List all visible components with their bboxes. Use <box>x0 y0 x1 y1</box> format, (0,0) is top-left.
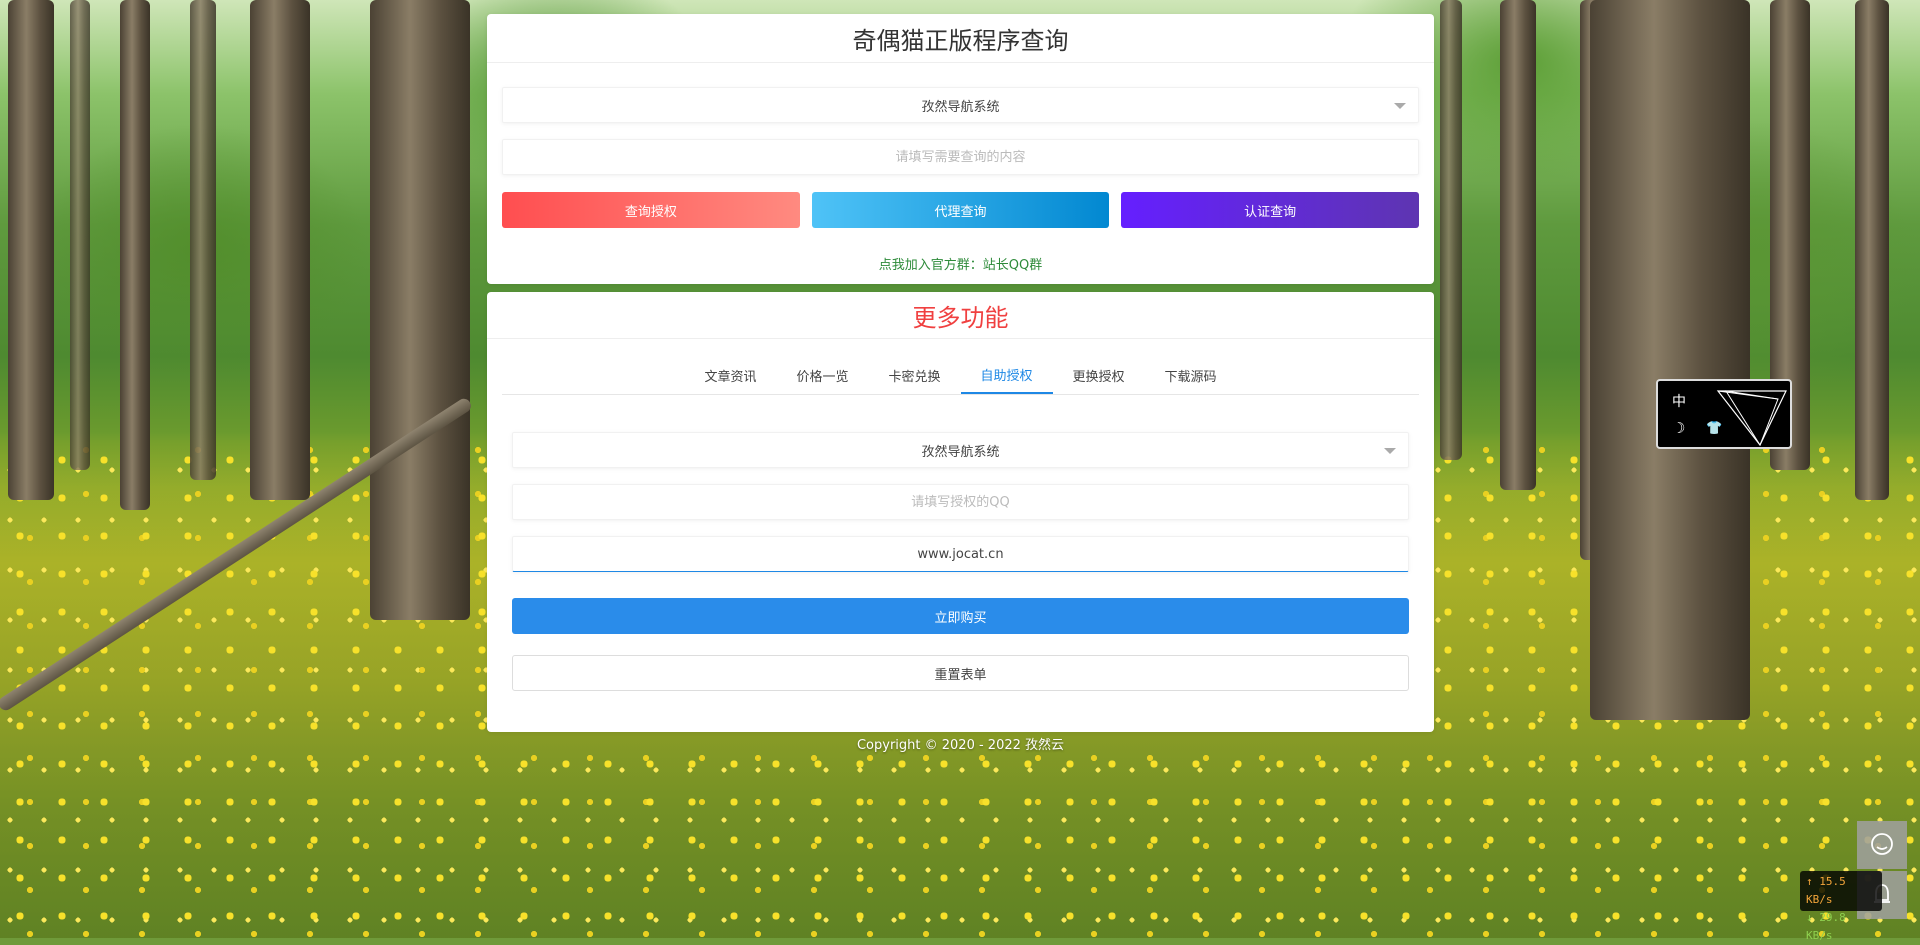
tree-trunk <box>1590 0 1750 720</box>
moon-icon[interactable]: ☽ <box>1672 419 1685 437</box>
domain-input-wrapper <box>512 536 1409 572</box>
query-button-row: 查询授权 代理查询 认证查询 <box>502 192 1420 228</box>
triangle-logo-icon <box>1716 390 1787 447</box>
reset-form-button[interactable]: 重置表单 <box>512 655 1409 691</box>
program-select[interactable]: 孜然导航系统 <box>502 87 1419 123</box>
auth-program-select[interactable]: 孜然导航系统 <box>512 432 1409 468</box>
tree-trunk <box>250 0 310 500</box>
cert-query-button[interactable]: 认证查询 <box>1121 192 1420 228</box>
tab-articles[interactable]: 文章资讯 <box>684 356 776 394</box>
tab-change-auth[interactable]: 更换授权 <box>1053 356 1145 394</box>
more-functions-card: 更多功能 文章资讯 价格一览 卡密兑换 自助授权 更换授权 下载源码 孜然导航系… <box>487 292 1434 732</box>
function-tabs: 文章资讯 价格一览 卡密兑换 自助授权 更换授权 下载源码 <box>502 356 1419 395</box>
settings-widget: 中 ☽ 👕 <box>1656 379 1792 449</box>
tab-download-source[interactable]: 下载源码 <box>1145 356 1237 394</box>
chevron-down-icon <box>1384 448 1396 454</box>
page-title: 奇偶猫正版程序查询 <box>487 14 1434 63</box>
network-speed-indicator: ↑ 15.5 KB/s ↓ 29.8 KB/s <box>1800 871 1882 942</box>
tree-trunk <box>190 0 216 480</box>
tree-trunk <box>70 0 90 470</box>
chevron-down-icon <box>1394 103 1406 109</box>
tab-card-redeem[interactable]: 卡密兑换 <box>868 356 960 394</box>
qq-input-wrapper <box>512 484 1409 520</box>
download-speed: ↓ 29.8 KB/s <box>1806 911 1846 942</box>
query-auth-button[interactable]: 查询授权 <box>502 192 800 228</box>
language-toggle[interactable]: 中 <box>1672 391 1686 411</box>
query-input[interactable] <box>503 139 1418 175</box>
agent-query-button[interactable]: 代理查询 <box>811 192 1110 228</box>
buy-now-button[interactable]: 立即购买 <box>512 598 1409 634</box>
tree-trunk <box>1855 0 1889 500</box>
join-group-link[interactable]: 点我加入官方群：站长QQ群 <box>487 254 1434 273</box>
upload-speed: ↑ 15.5 KB/s <box>1806 875 1846 906</box>
tab-prices[interactable]: 价格一览 <box>776 356 868 394</box>
copyright-text: Copyright © 2020 - 2022 孜然云 <box>856 738 1065 753</box>
qq-input[interactable] <box>513 484 1408 520</box>
tree-trunk <box>8 0 54 500</box>
auth-program-select-value: 孜然导航系统 <box>921 444 1000 460</box>
tree-trunk <box>1440 0 1462 460</box>
query-input-wrapper <box>502 139 1419 175</box>
tree-trunk <box>1500 0 1536 490</box>
section-title: 更多功能 <box>487 292 1434 339</box>
query-card: 奇偶猫正版程序查询 孜然导航系统 查询授权 代理查询 认证查询 点我加入官方群：… <box>487 14 1434 284</box>
tree-trunk <box>120 0 150 510</box>
chat-bubble-icon <box>1871 833 1893 855</box>
domain-input[interactable] <box>513 536 1408 572</box>
program-select-value: 孜然导航系统 <box>921 99 1000 115</box>
chat-button[interactable] <box>1857 821 1907 869</box>
tab-self-auth[interactable]: 自助授权 <box>960 356 1053 394</box>
tree-trunk <box>370 0 470 620</box>
